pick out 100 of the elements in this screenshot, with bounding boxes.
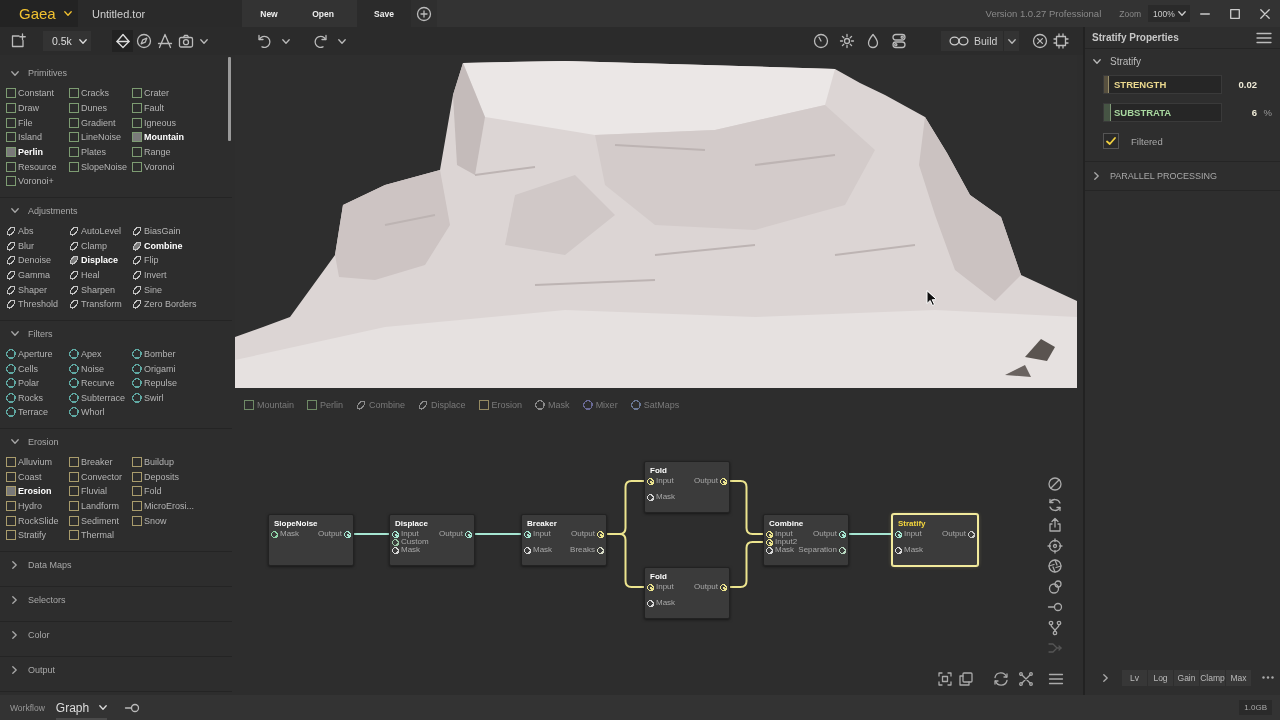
port-dot-icon[interactable]	[720, 583, 727, 591]
scrollbar-thumb[interactable]	[228, 57, 231, 141]
section-header[interactable]: Selectors	[0, 586, 66, 613]
node-palette-item[interactable]: Recurve	[69, 375, 132, 391]
slider-fill[interactable]	[1104, 76, 1109, 93]
node-palette-item[interactable]: Invert	[132, 267, 220, 283]
slider-track[interactable]: STRENGTH	[1103, 75, 1222, 94]
node-palette-item[interactable]: Stratify	[6, 528, 69, 543]
node-palette-item[interactable]: Voronoi	[132, 159, 220, 174]
node-palette-item[interactable]: Range	[132, 144, 220, 160]
node-palette-item[interactable]: Voronoi+	[6, 173, 69, 189]
slider-fill[interactable]	[1104, 104, 1111, 121]
cancel-icon[interactable]	[1032, 33, 1048, 49]
aperture-icon[interactable]	[1047, 558, 1063, 574]
node-palette-item[interactable]: Constant	[6, 86, 69, 101]
display-mode-button[interactable]: Gain	[1174, 669, 1199, 686]
drop-icon[interactable]	[865, 33, 881, 49]
node-palette-item[interactable]: Mountain	[132, 129, 220, 145]
node-palette-item[interactable]: Rocks	[6, 390, 69, 406]
node-palette-item[interactable]: Swirl	[132, 390, 220, 406]
node-palette-item[interactable]: Aperture	[6, 346, 69, 362]
node-palette-item[interactable]: Polar	[6, 375, 69, 391]
node-palette-item[interactable]: Hydro	[6, 498, 69, 514]
node-palette-item[interactable]: BiasGain	[132, 223, 220, 239]
node-palette-item[interactable]: Combine	[132, 238, 220, 253]
sun-icon[interactable]	[839, 33, 855, 49]
node-palette-item[interactable]: Deposits	[132, 469, 220, 485]
port-dot-icon[interactable]	[839, 530, 846, 538]
node-palette-item[interactable]: SlopeNoise	[69, 159, 132, 174]
redo-icon[interactable]	[313, 33, 329, 49]
resolution-dropdown[interactable]: 0.5k	[43, 31, 91, 51]
gauge-icon[interactable]	[813, 33, 829, 49]
node-palette-item[interactable]: Displace	[69, 252, 132, 268]
port-dot-icon[interactable]	[766, 530, 773, 538]
square-plus-icon[interactable]	[10, 33, 26, 49]
refresh-icon[interactable]	[1047, 496, 1063, 513]
port-dot-icon[interactable]	[392, 546, 399, 554]
node-palette-item[interactable]: RockSlide	[6, 513, 69, 529]
port-dot-icon[interactable]	[968, 530, 975, 538]
graph-node[interactable]: Fold Input Mask Output	[644, 461, 730, 513]
port-dot-icon[interactable]	[895, 546, 902, 554]
node-palette-item[interactable]: Sine	[132, 282, 220, 297]
display-mode-button[interactable]: Clamp	[1200, 669, 1225, 686]
toggle-icon[interactable]	[891, 33, 907, 49]
node-palette-item[interactable]: Zero Borders	[132, 296, 220, 312]
node-palette-item[interactable]: Igneous	[132, 115, 220, 130]
section-header[interactable]: Primitives	[0, 60, 67, 86]
scatter-icon[interactable]	[1018, 671, 1034, 687]
node-palette-item[interactable]: Erosion	[6, 484, 69, 499]
section-header[interactable]: Erosion	[0, 428, 59, 455]
port-dot-icon[interactable]	[465, 530, 472, 538]
node-palette-item[interactable]: Resource	[6, 159, 69, 174]
node-palette-item[interactable]: Sediment	[69, 513, 132, 529]
disable-icon[interactable]	[1047, 476, 1063, 492]
node-palette-item[interactable]: Breaker	[69, 454, 132, 470]
frame-icon[interactable]	[937, 671, 953, 687]
chip-icon[interactable]	[1053, 33, 1069, 49]
build-button[interactable]: Build	[941, 31, 1003, 51]
build-options-button[interactable]	[1003, 31, 1019, 51]
node-palette-item[interactable]: Draw	[6, 100, 69, 116]
node-palette-item[interactable]: Cells	[6, 361, 69, 376]
copy-icon[interactable]	[958, 671, 974, 687]
node-palette-item[interactable]: Denoise	[6, 252, 69, 268]
node-palette-item[interactable]: Cracks	[69, 86, 132, 101]
graph-node[interactable]: Combine Input Input2 Mask Output Separation	[763, 514, 849, 566]
node-palette-item[interactable]: Whorl	[69, 405, 132, 420]
slider-track[interactable]: SUBSTRATA	[1103, 103, 1222, 122]
section-header[interactable]: PARALLEL PROCESSING	[1085, 162, 1218, 190]
section-header[interactable]: Output	[0, 656, 56, 683]
node-palette-item[interactable]: MicroErosi...	[132, 498, 220, 514]
node-palette-item[interactable]: Blur	[6, 238, 69, 253]
node-palette-item[interactable]: Convector	[69, 469, 132, 485]
node-palette-item[interactable]: Noise	[69, 361, 132, 376]
export-icon[interactable]	[1047, 517, 1063, 533]
port-dot-icon[interactable]	[524, 546, 531, 554]
node-palette-item[interactable]: Bomber	[132, 346, 220, 362]
node-palette-item[interactable]: Island	[6, 129, 69, 145]
port-dot-icon[interactable]	[647, 599, 654, 607]
port-dot-icon[interactable]	[720, 477, 727, 485]
sync-icon[interactable]	[993, 671, 1009, 687]
workflow-dropdown[interactable]: Graph	[55, 695, 108, 720]
port-dot-icon[interactable]	[392, 530, 399, 538]
node-palette-item[interactable]: Heal	[69, 267, 132, 283]
menu-button[interactable]: Save	[357, 0, 411, 27]
port-dot-icon[interactable]	[524, 530, 531, 538]
node-palette-item[interactable]: Subterrace	[69, 390, 132, 406]
node-palette-item[interactable]: LineNoise	[69, 129, 132, 145]
node-palette-item[interactable]: AutoLevel	[69, 223, 132, 239]
graph-node[interactable]: SlopeNoise Mask Output	[268, 514, 354, 566]
node-palette-item[interactable]: Fluvial	[69, 484, 132, 499]
node-palette-item[interactable]: Threshold	[6, 296, 69, 312]
graph-node[interactable]: Stratify Input Mask Output	[892, 514, 978, 566]
node-palette-item[interactable]: Alluvium	[6, 454, 69, 470]
node-palette-item[interactable]: Clamp	[69, 238, 132, 253]
port-dot-icon[interactable]	[647, 477, 654, 485]
node-palette-item[interactable]: Dunes	[69, 100, 132, 116]
port-dot-icon[interactable]	[271, 530, 278, 538]
undo-icon[interactable]	[256, 33, 272, 49]
graph-node[interactable]: Fold Input Mask Output	[644, 567, 730, 619]
app-menu-button[interactable]: Gaea	[0, 0, 78, 27]
